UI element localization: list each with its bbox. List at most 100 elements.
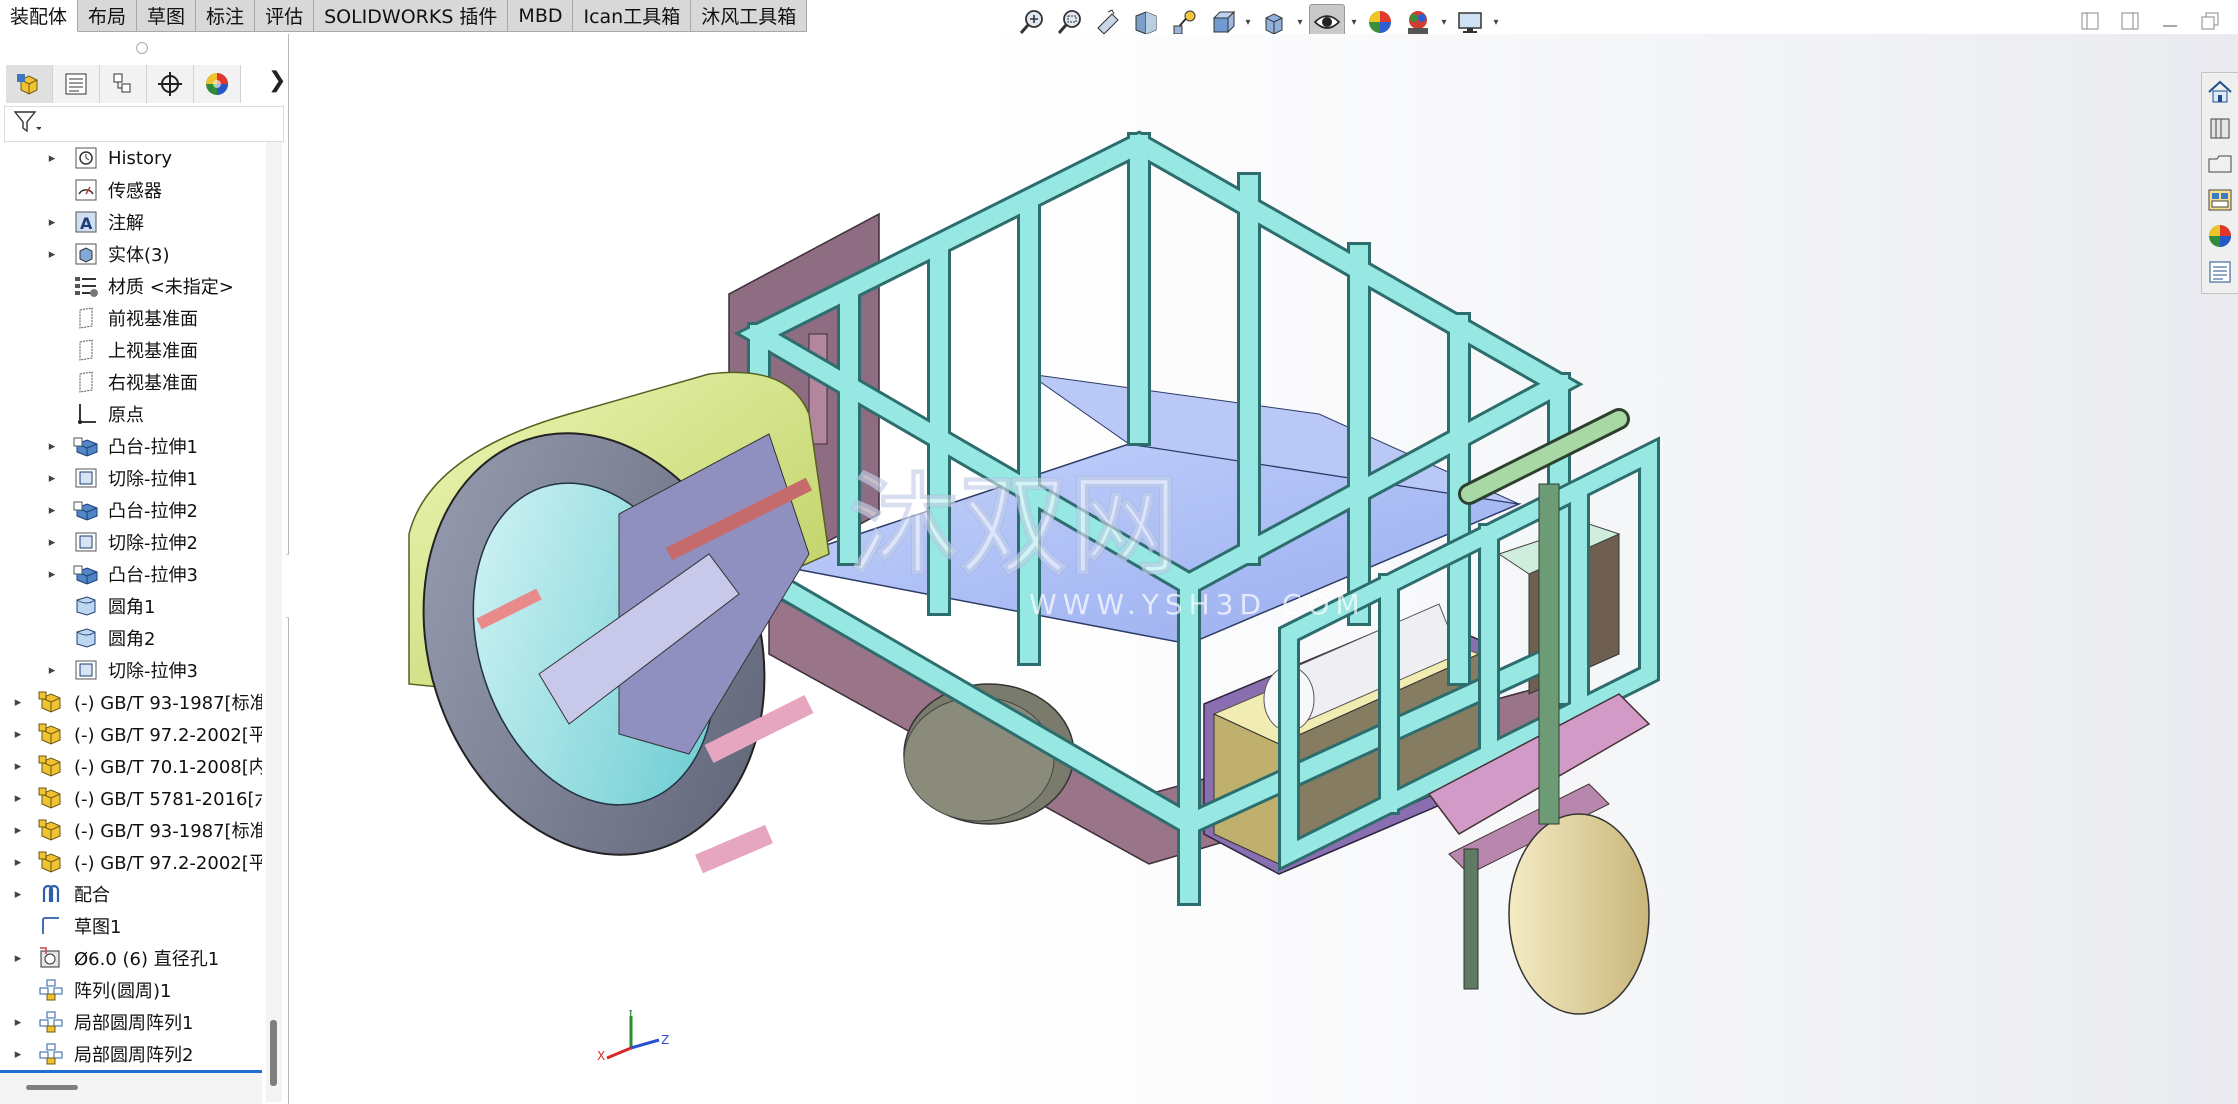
filter-icon[interactable] (13, 109, 42, 139)
tree-item[interactable]: ▸ (-) GB/T 93-1987[标准 (0, 686, 262, 718)
tree-item[interactable]: ▸ (-) GB/T 70.1-2008[内 (0, 750, 262, 782)
chevron-right-icon[interactable]: ▸ (12, 951, 24, 966)
tree-item[interactable]: 阵列(圆周)1 (0, 974, 262, 1006)
chevron-right-icon[interactable]: ▸ (12, 791, 24, 806)
panel-tab-bar (6, 64, 282, 104)
chevron-down-icon[interactable]: ▾ (1439, 17, 1449, 28)
chevron-right-icon[interactable]: ▸ (46, 663, 58, 678)
displaymanager-icon[interactable] (194, 65, 241, 103)
tree-item[interactable]: ▸ 切除-拉伸2 (0, 526, 262, 558)
chevron-right-icon[interactable]: ▸ (12, 759, 24, 774)
chevron-right-icon[interactable]: ▸ (46, 567, 58, 582)
minimize-icon[interactable] (2156, 7, 2184, 35)
chevron-down-icon[interactable]: ▾ (1295, 17, 1305, 28)
tree-item-label: 局部圆周阵列2 (74, 1045, 194, 1066)
chevron-right-icon[interactable]: ▸ (12, 855, 24, 870)
dimxpert-icon[interactable] (147, 65, 194, 103)
tree-horizontal-scrollbar[interactable] (0, 1070, 262, 1104)
featuremanager-icon[interactable] (6, 65, 53, 103)
home-icon[interactable] (2203, 75, 2237, 109)
propertymanager-icon[interactable] (53, 65, 100, 103)
tree-item[interactable]: 草图1 (0, 910, 262, 942)
tree-item[interactable]: ▸ 实体(3) (0, 238, 262, 270)
tab-sketch[interactable]: 草图 (137, 0, 197, 32)
chevron-right-icon[interactable]: ▸ (46, 247, 58, 262)
tree-item[interactable]: 圆角2 (0, 622, 262, 654)
tree-item[interactable]: ▸ 凸台-拉伸1 (0, 430, 262, 462)
tree-item[interactable]: ▸ 局部圆周阵列2 (0, 1038, 262, 1067)
sensor-icon (73, 177, 99, 203)
chevron-right-icon[interactable]: ▸ (12, 695, 24, 710)
tree-item[interactable]: ▸ (-) GB/T 97.2-2002[平 (0, 846, 262, 878)
tree-item[interactable]: 圆角1 (0, 590, 262, 622)
tab-layout[interactable]: 布局 (78, 0, 138, 32)
chevron-right-icon[interactable]: ▸ (12, 727, 24, 742)
tree-item-label: (-) GB/T 5781-2016[六 (74, 789, 262, 810)
chevron-right-icon[interactable]: ▸ (12, 823, 24, 838)
restore-icon[interactable] (2196, 7, 2224, 35)
tree-item[interactable]: ▸ 凸台-拉伸3 (0, 558, 262, 590)
chevron-right-icon[interactable]: ▸ (46, 215, 58, 230)
tree-filter[interactable] (4, 106, 284, 142)
tab-assembly[interactable]: 装配体 (0, 0, 79, 32)
tree-item[interactable]: 前视基准面 (0, 302, 262, 334)
tree-item[interactable]: ▸ 凸台-拉伸2 (0, 494, 262, 526)
scrollbar-thumb[interactable] (26, 1085, 78, 1090)
tree-item[interactable]: ▸ 配合 (0, 878, 262, 910)
graphics-area[interactable]: 沐双网 WWW.YSH3D.COM Y X Z (289, 34, 2238, 1104)
tree-item[interactable]: ▸ 切除-拉伸3 (0, 654, 262, 686)
tab-evaluate[interactable]: 评估 (255, 0, 315, 32)
chevron-right-icon[interactable]: ▸ (46, 503, 58, 518)
tree-item[interactable]: 上视基准面 (0, 334, 262, 366)
watermark-url: WWW.YSH3D.COM (1029, 588, 1366, 621)
design-library-icon[interactable] (2203, 111, 2237, 145)
tree-item[interactable]: ▸ (-) GB/T 5781-2016[六 (0, 782, 262, 814)
chevron-right-icon[interactable]: ▸ (12, 887, 24, 902)
chevron-right-icon[interactable]: ▸ (46, 439, 58, 454)
panel-grip[interactable] (136, 42, 148, 54)
restore-pane-right-icon[interactable] (2116, 7, 2144, 35)
tab-solidworks-addins[interactable]: SOLIDWORKS 插件 (314, 0, 509, 32)
restore-pane-left-icon[interactable] (2076, 7, 2104, 35)
tab-mufeng-toolbox[interactable]: 沐风工具箱 (691, 0, 808, 32)
tree-item[interactable]: ▸ (-) GB/T 97.2-2002[平 (0, 718, 262, 750)
tree-item[interactable]: ▸ 切除-拉伸1 (0, 462, 262, 494)
fillet-icon (73, 625, 99, 651)
tree-item[interactable]: ▸ Ø6.0 (6) 直径孔1 (0, 942, 262, 974)
appearances-icon[interactable] (2203, 219, 2237, 253)
tree-vertical-scrollbar[interactable] (266, 142, 282, 1102)
view-palette-icon[interactable] (2203, 183, 2237, 217)
tree-item[interactable]: 右视基准面 (0, 366, 262, 398)
chevron-down-icon[interactable]: ▾ (1349, 17, 1359, 28)
solid-bodies-icon (73, 241, 99, 267)
chevron-down-icon[interactable]: ▾ (1491, 17, 1501, 28)
scrollbar-thumb[interactable] (270, 1020, 277, 1086)
tree-item[interactable]: ▸ (-) GB/T 93-1987[标准 (0, 814, 262, 846)
tree-item-label: 切除-拉伸1 (108, 469, 198, 490)
chevron-right-icon[interactable]: ▸ (12, 1047, 24, 1062)
configurationmanager-icon[interactable] (100, 65, 147, 103)
mates-icon (38, 881, 64, 907)
svg-text:A: A (80, 214, 93, 233)
tree-item[interactable]: 材质 <未指定> (0, 270, 262, 302)
tab-ican-toolbox[interactable]: Ican工具箱 (573, 0, 692, 32)
tab-markup[interactable]: 标注 (196, 0, 256, 32)
custom-properties-icon[interactable] (2203, 255, 2237, 289)
cut-extrude-icon (73, 657, 99, 683)
chevron-right-icon[interactable]: ▸ (46, 151, 58, 166)
assembly-model[interactable]: 沐双网 WWW.YSH3D.COM (289, 34, 2238, 1104)
tree-item[interactable]: 传感器 (0, 174, 262, 206)
tree-item[interactable]: ▸ 局部圆周阵列1 (0, 1006, 262, 1038)
tree-item-label: 上视基准面 (108, 341, 198, 362)
chevron-down-icon[interactable]: ▾ (1243, 17, 1253, 28)
tree-item[interactable]: 原点 (0, 398, 262, 430)
tree-item[interactable]: ▸ A 注解 (0, 206, 262, 238)
chevron-right-icon[interactable]: ▸ (12, 1015, 24, 1030)
part-icon (38, 785, 64, 811)
chevron-right-icon[interactable]: ▸ (46, 535, 58, 550)
tab-mbd[interactable]: MBD (508, 0, 574, 32)
chevron-right-icon[interactable]: ❯ (268, 68, 286, 93)
chevron-right-icon[interactable]: ▸ (46, 471, 58, 486)
tree-item[interactable]: ▸ History (0, 142, 262, 174)
file-explorer-icon[interactable] (2203, 147, 2237, 181)
